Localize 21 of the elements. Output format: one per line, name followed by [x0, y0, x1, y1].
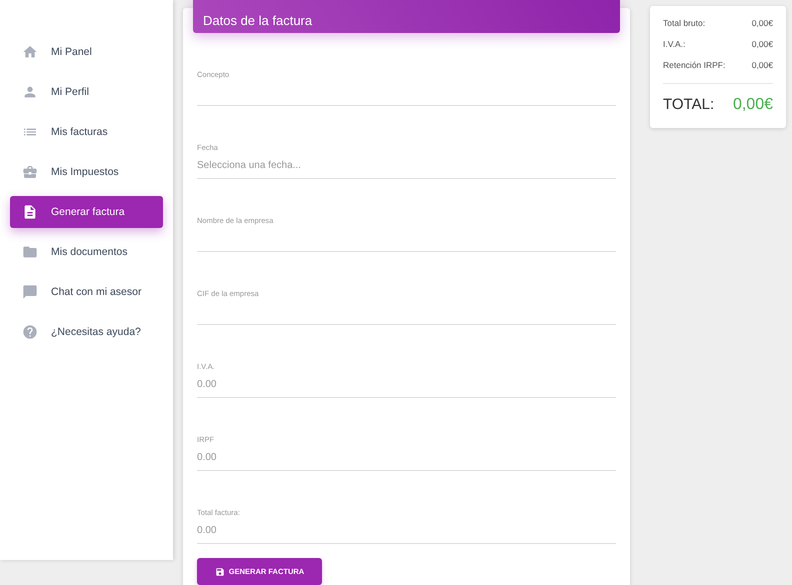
input-field[interactable]: 0.00: [197, 517, 616, 544]
input-field[interactable]: 0.00: [197, 444, 616, 471]
sidebar-item[interactable]: Mis facturas: [10, 116, 163, 148]
sidebar-item[interactable]: Chat con mi asesor: [10, 276, 163, 308]
sidebar-item[interactable]: Mis documentos: [10, 236, 163, 268]
summary-label: I.V.A.:: [663, 39, 686, 51]
sidebar-item[interactable]: Generar factura: [10, 196, 163, 228]
sidebar-item[interactable]: Mi Panel: [10, 36, 163, 68]
total-label: TOTAL:: [663, 96, 714, 113]
summary-value: 0,00€: [752, 39, 773, 51]
form-title: Datos de la factura: [203, 13, 312, 28]
input-field[interactable]: 0.00: [197, 371, 616, 398]
summary-value: 0,00€: [752, 60, 773, 72]
summary-label: Retención IRPF:: [663, 60, 726, 72]
sidebar-item[interactable]: Mis Impuestos: [10, 156, 163, 188]
total-value: 0,00€: [732, 96, 773, 114]
summary-value: 0,00€: [752, 18, 773, 30]
sidebar-item[interactable]: ¿Necesitas ayuda?: [10, 316, 163, 348]
input-field[interactable]: Selecciona una fecha...: [197, 152, 616, 179]
summary-label: Total bruto:: [663, 18, 706, 30]
sidebar-item[interactable]: Mi Perfil: [10, 76, 163, 108]
